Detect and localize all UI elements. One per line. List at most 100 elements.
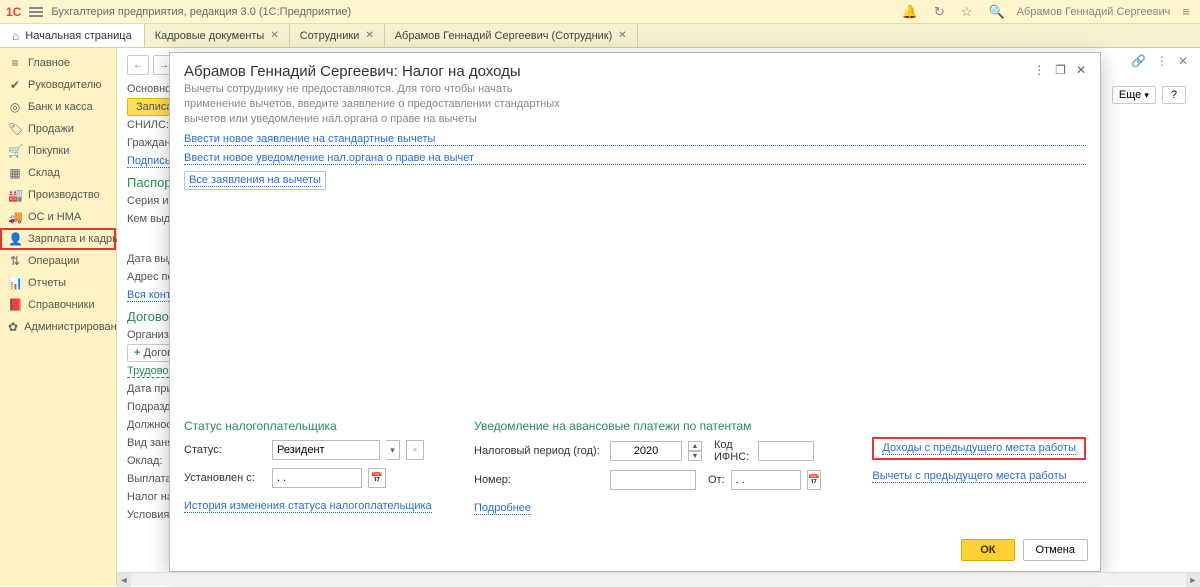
sidebar-item-label: Покупки xyxy=(28,145,69,157)
dialog-title: Абрамов Геннадий Сергеевич: Налог на дох… xyxy=(184,63,1033,80)
signature-link[interactable]: Подпись xyxy=(127,155,171,168)
label-number: Номер: xyxy=(474,474,604,486)
ifns-input[interactable] xyxy=(758,441,814,461)
close-icon[interactable]: ✕ xyxy=(618,30,626,41)
ok-button[interactable]: ОК xyxy=(961,539,1014,561)
chevron-down-icon[interactable]: ▾ xyxy=(386,440,400,460)
chart-icon: 📊 xyxy=(8,276,22,290)
set-from-date[interactable] xyxy=(272,468,362,488)
new-tax-notice-link[interactable]: Ввести новое уведомление нал.органа о пр… xyxy=(184,152,1086,165)
gear-icon: ✿ xyxy=(8,320,18,334)
sidebar-item-salary-hr[interactable]: 👤Зарплата и кадры xyxy=(0,228,116,250)
sidebar-item-label: Главное xyxy=(28,57,70,69)
tag-icon: 🏷 xyxy=(8,122,22,136)
current-user[interactable]: Абрамов Геннадий Сергеевич xyxy=(1017,6,1171,18)
sidebar-item-label: Производство xyxy=(28,189,100,201)
dialog-subtitle: Вычеты сотруднику не предоставляются. Дл… xyxy=(170,82,590,133)
sidebar-item-label: Отчеты xyxy=(28,277,66,289)
prev-deductions-link[interactable]: Вычеты с предыдущего места работы xyxy=(872,470,1086,483)
status-select[interactable] xyxy=(272,440,380,460)
titlebar: 1C Бухгалтерия предприятия, редакция 3.0… xyxy=(0,0,1200,24)
grid-icon: ▦ xyxy=(8,166,22,180)
from-date-input[interactable] xyxy=(731,470,801,490)
close-icon[interactable]: ✕ xyxy=(1076,63,1086,77)
sidebar-item-label: Администрирование xyxy=(24,321,129,333)
close-icon[interactable]: ✕ xyxy=(270,30,278,41)
tab-label: Сотрудники xyxy=(300,30,360,42)
factory-icon: 🏭 xyxy=(8,188,22,202)
scroll-left-icon[interactable]: ◄ xyxy=(117,573,131,587)
person-icon: 👤 xyxy=(8,232,22,246)
horizontal-scrollbar[interactable]: ◄ ► xyxy=(117,572,1200,586)
sidebar-item-purchases[interactable]: 🛒 Покупки xyxy=(0,140,116,162)
tab-label: Абрамов Геннадий Сергеевич (Сотрудник) xyxy=(395,30,613,42)
check-icon: ✔ xyxy=(8,78,22,92)
calendar-icon[interactable]: 📅 xyxy=(368,468,386,488)
user-menu-icon[interactable]: ≡ xyxy=(1178,4,1194,19)
tab-hr-documents[interactable]: Кадровые документы ✕ xyxy=(145,24,290,47)
tab-employees[interactable]: Сотрудники ✕ xyxy=(290,24,385,47)
sidebar-item-label: Руководителю xyxy=(28,79,101,91)
sidebar-item-bank[interactable]: ◎ Банк и касса xyxy=(0,96,116,118)
document-tabs: ⌂ Начальная страница Кадровые документы … xyxy=(0,24,1200,48)
sidebar-item-assets[interactable]: 🚚 ОС и НМА xyxy=(0,206,116,228)
cancel-button[interactable]: Отмена xyxy=(1023,539,1088,561)
tab-home-label: Начальная страница xyxy=(25,30,131,42)
sidebar-item-admin[interactable]: ✿Администрирование xyxy=(0,316,116,338)
section-advance-notice: Уведомление на авансовые платежи по пате… xyxy=(474,419,814,433)
calendar-icon[interactable]: 📅 xyxy=(807,470,821,490)
scroll-right-icon[interactable]: ► xyxy=(1186,573,1200,587)
sidebar-item-label: ОС и НМА xyxy=(28,211,81,223)
tab-home[interactable]: ⌂ Начальная страница xyxy=(0,24,145,47)
window-icon[interactable]: ❐ xyxy=(1055,63,1066,77)
label-ifns: Код ИФНС: xyxy=(714,439,752,463)
sidebar-item-main[interactable]: ≡ Главное xyxy=(0,52,116,74)
year-up-button[interactable]: ▲ xyxy=(688,441,702,451)
label-tax-year: Налоговый период (год): xyxy=(474,445,604,457)
status-history-link[interactable]: История изменения статуса налогоплательщ… xyxy=(184,500,432,513)
star-icon[interactable]: ☆ xyxy=(957,4,977,20)
history-icon[interactable]: ↻ xyxy=(930,4,949,20)
section-taxpayer-status: Статус налогоплательщика xyxy=(184,419,444,433)
sidebar-item-catalogs[interactable]: 📕 Справочники xyxy=(0,294,116,316)
details-link[interactable]: Подробнее xyxy=(474,502,531,515)
sidebar-item-sales[interactable]: 🏷 Продажи xyxy=(0,118,116,140)
label-status: Статус: xyxy=(184,444,266,456)
prev-income-link[interactable]: Доходы с предыдущего места работы xyxy=(882,442,1076,455)
nav-back-button[interactable]: ← xyxy=(127,55,149,75)
app-title: Бухгалтерия предприятия, редакция 3.0 (1… xyxy=(51,6,351,18)
sidebar-item-production[interactable]: 🏭 Производство xyxy=(0,184,116,206)
all-deduction-requests-link[interactable]: Все заявления на вычеты xyxy=(189,174,321,187)
sidebar-item-label: Склад xyxy=(28,167,60,179)
new-standard-deduction-link[interactable]: Ввести новое заявление на стандартные вы… xyxy=(184,133,1086,146)
number-input[interactable] xyxy=(610,470,696,490)
sidebar-item-operations[interactable]: ⇅Операции xyxy=(0,250,116,272)
sidebar-item-manager[interactable]: ✔ Руководителю xyxy=(0,74,116,96)
search-icon[interactable]: 🔍 xyxy=(984,4,1008,20)
sidebar-item-warehouse[interactable]: ▦ Склад xyxy=(0,162,116,184)
list-icon: ≡ xyxy=(8,56,22,70)
income-tax-dialog: Абрамов Геннадий Сергеевич: Налог на дох… xyxy=(169,52,1101,572)
sidebar-item-label: Продажи xyxy=(28,123,74,135)
tab-employee-card[interactable]: Абрамов Геннадий Сергеевич (Сотрудник) ✕ xyxy=(385,24,638,47)
app-logo: 1C xyxy=(6,5,21,19)
coin-icon: ◎ xyxy=(8,100,22,114)
truck-icon: 🚚 xyxy=(8,210,22,224)
sidebar-item-label: Операции xyxy=(28,255,79,267)
year-down-button[interactable]: ▼ xyxy=(688,451,702,461)
label-from-date: От: xyxy=(708,474,725,486)
sidebar-item-reports[interactable]: 📊 Отчеты xyxy=(0,272,116,294)
sidebar-item-label: Справочники xyxy=(28,299,95,311)
tax-year-input[interactable] xyxy=(610,441,682,461)
menu-icon[interactable] xyxy=(29,7,43,17)
content-area: 🔗 ⋮ ✕ Еще ▾ ? ← → Основно Записат СНИЛС:… xyxy=(117,48,1200,586)
close-icon[interactable]: ✕ xyxy=(365,30,373,41)
kebab-icon[interactable]: ⋮ xyxy=(1033,63,1045,77)
sidebar-item-label: Зарплата и кадры xyxy=(28,233,120,245)
bell-icon[interactable]: 🔔 xyxy=(898,4,922,20)
sidebar-item-label: Банк и касса xyxy=(28,101,93,113)
book-icon: 📕 xyxy=(8,298,22,312)
open-ref-icon[interactable]: ▫ xyxy=(406,440,424,460)
cart-icon: 🛒 xyxy=(8,144,22,158)
tab-label: Кадровые документы xyxy=(155,30,265,42)
